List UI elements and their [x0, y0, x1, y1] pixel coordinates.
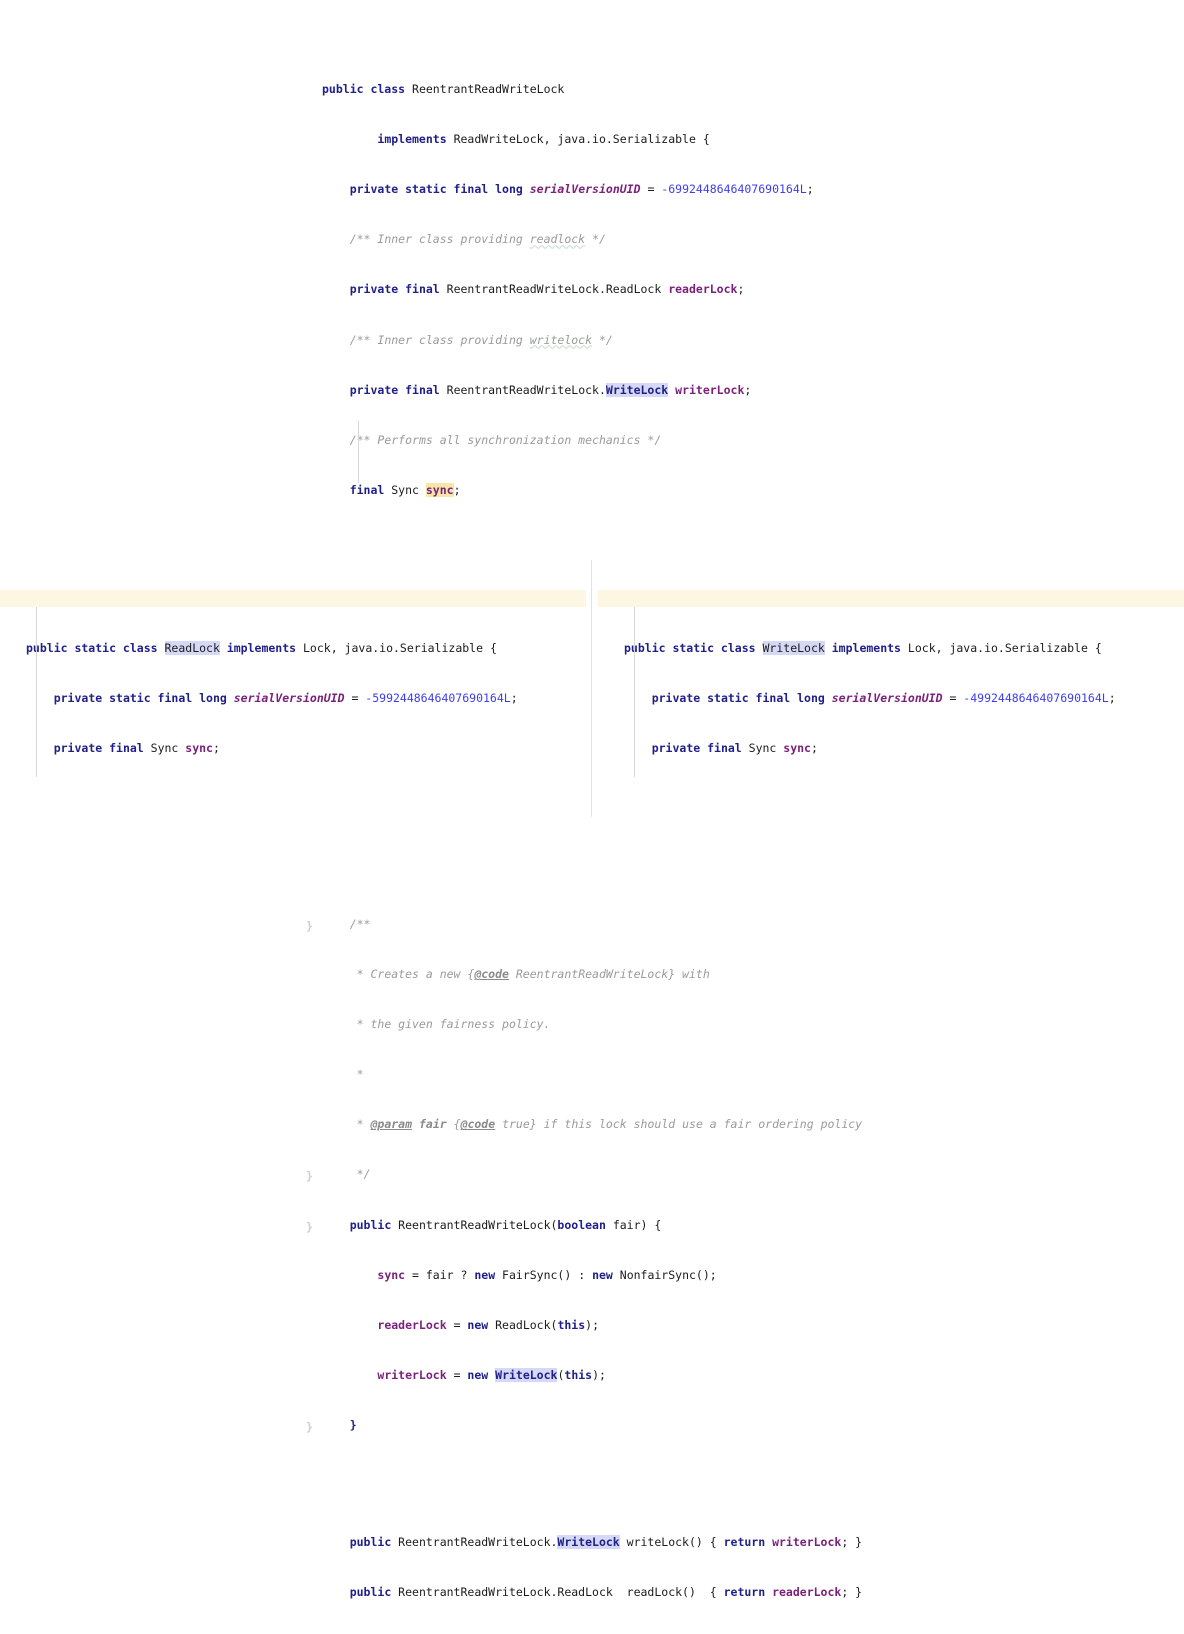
- code-comment-line[interactable]: } /**: [306, 916, 862, 933]
- top-pane-code-block[interactable]: public class ReentrantReadWriteLock impl…: [306, 31, 862, 1634]
- code-comment-line[interactable]: /** Inner class providing readlock */: [322, 231, 862, 248]
- code-line[interactable]: private final Sync sync;: [624, 740, 1136, 757]
- code-line[interactable]: } }: [306, 1417, 862, 1434]
- fold-marker-icon[interactable]: }: [306, 918, 313, 935]
- code-comment-line[interactable]: /** Inner class providing writelock */: [322, 332, 862, 349]
- code-comment-line[interactable]: * @param fair {@code true} if this lock …: [322, 1116, 862, 1133]
- readlock-serial-uid: -5992448646407690164L: [365, 691, 511, 706]
- identifier-readlock[interactable]: ReadLock: [164, 641, 220, 656]
- indent-guide: [358, 421, 359, 483]
- code-comment-line[interactable]: * Creates a new {@code ReentrantReadWrit…: [322, 966, 862, 983]
- editor-pane-writelock[interactable]: public static class WriteLock implements…: [598, 560, 1184, 817]
- code-comment-line[interactable]: } */: [306, 1166, 862, 1183]
- code-line[interactable]: private static final long serialVersionU…: [624, 690, 1136, 707]
- writelock-serial-uid: -4992448646407690164L: [963, 691, 1109, 706]
- identifier-writelock[interactable]: WriteLock: [762, 641, 825, 656]
- code-line[interactable]: private final ReentrantReadWriteLock.Wri…: [322, 382, 862, 399]
- fold-marker-icon[interactable]: }: [306, 1219, 313, 1236]
- code-line[interactable]: } public ReentrantReadWriteLock(boolean …: [306, 1217, 862, 1234]
- readlock-code-block[interactable]: public static class ReadLock implements …: [26, 590, 532, 817]
- code-line[interactable]: implements ReadWriteLock, java.io.Serial…: [322, 131, 862, 148]
- identifier-writelock[interactable]: WriteLock: [605, 382, 669, 397]
- code-line[interactable]: readerLock = new ReadLock(this);: [322, 1317, 862, 1334]
- identifier-sync[interactable]: sync: [425, 482, 454, 497]
- fold-marker-icon[interactable]: }: [306, 1419, 313, 1436]
- code-line[interactable]: writerLock = new WriteLock(this);: [322, 1367, 862, 1384]
- code-line[interactable]: public static class ReadLock implements …: [26, 640, 532, 657]
- code-line[interactable]: private final Sync sync;: [26, 740, 532, 757]
- code-line[interactable]: final Sync sync;: [322, 482, 862, 499]
- code-line[interactable]: sync = fair ? new FairSync() : new Nonfa…: [322, 1267, 862, 1284]
- editor-pane-readlock[interactable]: public static class ReadLock implements …: [0, 560, 586, 817]
- indent-guide: [36, 607, 37, 777]
- code-line[interactable]: public static class WriteLock implements…: [624, 640, 1136, 657]
- code-line[interactable]: public ReentrantReadWriteLock.WriteLock …: [322, 1534, 862, 1551]
- writelock-code-block[interactable]: public static class WriteLock implements…: [624, 590, 1136, 817]
- code-line[interactable]: public class ReentrantReadWriteLock: [322, 81, 862, 98]
- editor-top-pane[interactable]: public class ReentrantReadWriteLock impl…: [0, 0, 1184, 1599]
- identifier-writelock[interactable]: WriteLock: [495, 1367, 558, 1382]
- fold-marker-icon[interactable]: }: [306, 1168, 313, 1185]
- code-line[interactable]: private final ReentrantReadWriteLock.Rea…: [322, 281, 862, 298]
- indent-guide: [634, 607, 635, 777]
- code-line[interactable]: private static final long serialVersionU…: [26, 690, 532, 707]
- code-comment-line[interactable]: /** Performs all synchronization mechani…: [322, 432, 862, 449]
- identifier-writelock[interactable]: WriteLock: [557, 1534, 620, 1549]
- code-line[interactable]: private static final long serialVersionU…: [322, 181, 862, 198]
- code-comment-line[interactable]: * the given fairness policy.: [322, 1016, 862, 1033]
- pane-divider: [591, 560, 592, 817]
- editor-bottom-split: public static class ReadLock implements …: [0, 560, 1184, 817]
- code-comment-line[interactable]: *: [322, 1066, 862, 1083]
- code-line[interactable]: public ReentrantReadWriteLock.ReadLock r…: [322, 1584, 862, 1601]
